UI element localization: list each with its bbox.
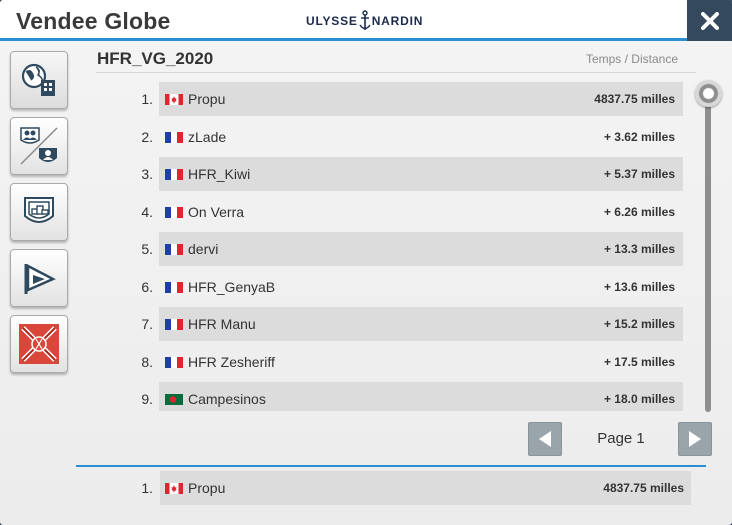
- rank-number: 7.: [141, 316, 153, 332]
- rank-number: 6.: [141, 278, 153, 295]
- brand-right: NARDIN: [371, 14, 424, 28]
- world-ranking-icon: [21, 63, 55, 96]
- player-name: dervi: [188, 241, 219, 257]
- rank-number: 2.: [141, 128, 153, 145]
- flag-icon: [165, 244, 183, 255]
- player-name: Propu: [188, 91, 226, 107]
- rank-number: 1.: [141, 91, 153, 107]
- ranking-row[interactable]: 8. HFR Zesheriff + 17.5 milles: [96, 344, 692, 382]
- flag-icon: [165, 281, 183, 293]
- header-divider: [96, 72, 696, 73]
- player-name: zLade: [188, 128, 227, 145]
- close-button[interactable]: [687, 0, 732, 41]
- flag-icon: [165, 483, 183, 494]
- brand-logo: ULYSSE NARDIN: [306, 9, 423, 33]
- page-label: Page 1: [597, 430, 645, 447]
- team-shield-icon: [24, 197, 54, 223]
- flag-icon: [165, 394, 183, 405]
- ranking-window: Vendee Globe ULYSSE NARDIN HFR_VG_2020 T…: [0, 0, 732, 525]
- flag-icon: [165, 356, 183, 368]
- player-name: Campesinos: [188, 391, 266, 407]
- brand-left: ULYSSE: [306, 14, 358, 28]
- world-ranking-button[interactable]: [10, 51, 68, 109]
- friends-vs-team-icon: [20, 127, 58, 165]
- prev-page-button[interactable]: [528, 422, 562, 456]
- ranking-row[interactable]: 4. On Verra + 6.26 milles: [96, 194, 692, 232]
- rank-number: 1.: [141, 480, 153, 496]
- rank-number: 8.: [141, 353, 153, 370]
- ranking-row[interactable]: 2. zLade + 3.62 milles: [96, 119, 692, 157]
- distance-gap: + 3.62 milles: [603, 129, 675, 144]
- team-button[interactable]: [10, 183, 68, 241]
- distance-gap: + 13.3 milles: [603, 242, 675, 256]
- rank-number: 3.: [141, 166, 153, 182]
- flag-icon: [165, 94, 183, 105]
- distance-gap: + 5.37 milles: [603, 167, 675, 181]
- close-icon: [700, 11, 719, 30]
- distance-gap: + 13.6 milles: [603, 279, 675, 294]
- boat-button[interactable]: [10, 249, 68, 307]
- side-toolbar: [10, 51, 70, 381]
- rank-number: 5.: [141, 241, 153, 257]
- scrollbar-thumb[interactable]: [695, 80, 722, 107]
- ranking-row[interactable]: 9. Campesinos + 18.0 milles: [96, 381, 692, 411]
- flag-icon: [165, 319, 183, 330]
- ranking-list: 1. Propu 4837.75 milles 2. zLade + 3.62 mille…: [96, 81, 692, 411]
- flag-icon: [165, 169, 183, 180]
- ranking-row[interactable]: 7. HFR Manu + 15.2 milles: [96, 306, 692, 344]
- player-name: HFR Manu: [188, 316, 256, 332]
- anchor-icon: [359, 10, 371, 30]
- ranking-row[interactable]: 6. HFR_GenyaB + 13.6 milles: [96, 269, 692, 307]
- ranking-row[interactable]: 1. Propu 4837.75 milles: [96, 81, 692, 119]
- player-name: On Verra: [188, 203, 245, 220]
- player-name: HFR_GenyaB: [188, 278, 276, 295]
- arrow-right-icon: [689, 431, 701, 447]
- player-name: Propu: [188, 480, 226, 496]
- boat-flag-icon: [24, 263, 56, 294]
- race-name: HFR_VG_2020: [97, 49, 214, 68]
- distance-gap: + 6.26 milles: [603, 204, 675, 219]
- ranking-row[interactable]: 3. HFR_Kiwi + 5.37 milles: [96, 156, 692, 194]
- footer-divider: [76, 465, 706, 467]
- friends-vs-team-button[interactable]: [10, 117, 68, 175]
- scrollbar-track[interactable]: [705, 92, 711, 412]
- flag-icon: [165, 206, 183, 218]
- player-name: HFR_Kiwi: [188, 166, 251, 182]
- sort-label[interactable]: Temps / Distance: [586, 52, 678, 66]
- ranking-row[interactable]: 5. dervi + 13.3 milles: [96, 231, 692, 269]
- distance-gap: + 18.0 milles: [603, 392, 675, 406]
- distance-gap: 4837.75 milles: [594, 92, 675, 106]
- window-header: Vendee Globe ULYSSE NARDIN: [0, 0, 732, 41]
- distance-gap: + 17.5 milles: [603, 354, 675, 369]
- race-emblem-icon: [19, 324, 59, 364]
- distance-gap: 4837.75 milles: [603, 481, 684, 495]
- flag-icon: [165, 131, 183, 143]
- next-page-button[interactable]: [678, 422, 712, 456]
- my-rank-row[interactable]: 1. Propu 4837.75 milles: [96, 470, 706, 507]
- rank-number: 9.: [141, 391, 153, 407]
- distance-gap: + 15.2 milles: [603, 317, 675, 331]
- rank-number: 4.: [141, 203, 153, 220]
- race-button[interactable]: [10, 315, 68, 373]
- app-title: Vendee Globe: [16, 8, 171, 34]
- arrow-left-icon: [539, 431, 551, 447]
- player-name: HFR Zesheriff: [188, 353, 275, 370]
